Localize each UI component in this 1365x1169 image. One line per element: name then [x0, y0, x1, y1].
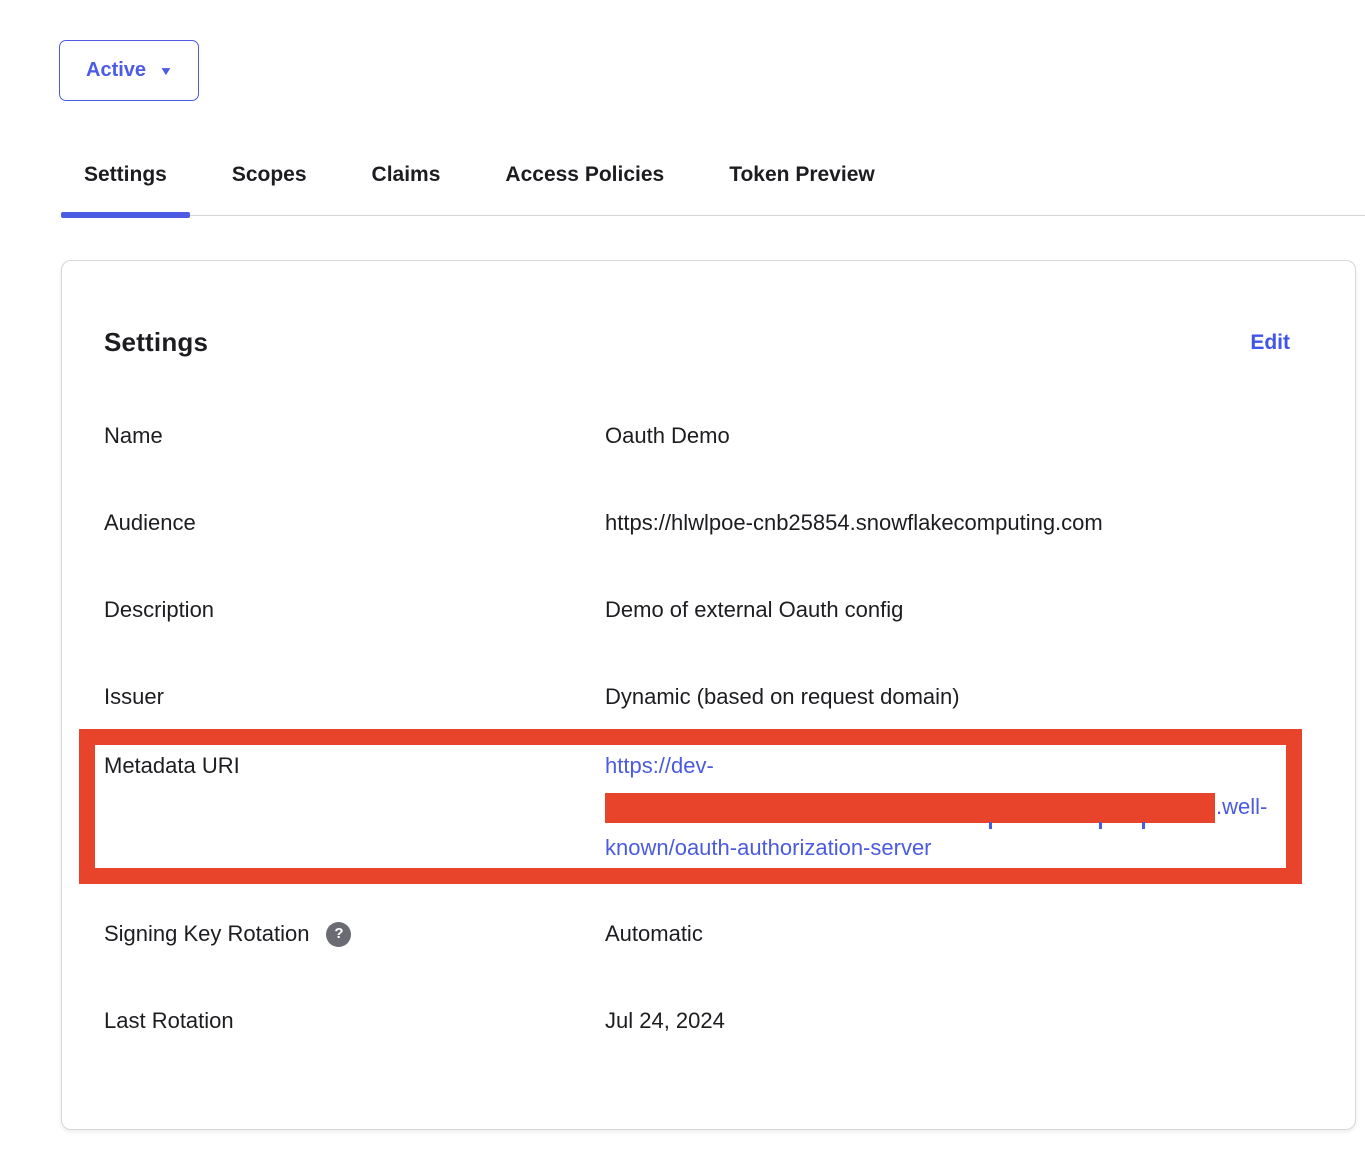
edit-button[interactable]: Edit	[1250, 331, 1290, 355]
field-value: Oauth Demo	[605, 422, 1313, 450]
card-title: Settings	[104, 327, 208, 358]
status-dropdown-label: Active	[86, 59, 146, 82]
card-header: Settings Edit	[104, 327, 1313, 358]
field-row-description: Description Demo of external Oauth confi…	[104, 596, 1313, 624]
metadata-uri-line3: known/oauth-authorization-server	[605, 827, 1286, 868]
field-label: Audience	[104, 509, 605, 537]
field-row-signing-key-rotation: Signing Key Rotation ? Automatic	[104, 920, 1313, 948]
metadata-uri-line2: .well-	[605, 786, 1286, 827]
field-row-metadata-uri: Metadata URI https://dev- .well- known/o…	[104, 745, 1286, 868]
field-value: Demo of external Oauth config	[605, 596, 1313, 624]
tab-settings[interactable]: Settings	[61, 163, 190, 215]
metadata-uri-link[interactable]: https://dev- .well- known/oauth-authoriz…	[605, 745, 1286, 868]
field-row-audience: Audience https://hlwlpoe-cnb25854.snowfl…	[104, 509, 1313, 537]
field-value: Jul 24, 2024	[605, 1007, 1313, 1035]
tab-scopes[interactable]: Scopes	[209, 163, 330, 215]
tab-bar: Settings Scopes Claims Access Policies T…	[61, 163, 1365, 216]
field-label: Last Rotation	[104, 1007, 605, 1035]
field-value: https://hlwlpoe-cnb25854.snowflakecomput…	[605, 509, 1313, 537]
redaction-overlay	[605, 793, 1215, 823]
field-label: Name	[104, 422, 605, 450]
tab-access-policies[interactable]: Access Policies	[482, 163, 687, 215]
field-row-last-rotation: Last Rotation Jul 24, 2024	[104, 1007, 1313, 1035]
field-row-name: Name Oauth Demo	[104, 422, 1313, 450]
metadata-uri-line1: https://dev-	[605, 745, 1286, 786]
field-label: Description	[104, 596, 605, 624]
field-label: Metadata URI	[104, 745, 605, 786]
field-value: Automatic	[605, 920, 1313, 948]
tab-claims[interactable]: Claims	[349, 163, 464, 215]
field-row-issuer: Issuer Dynamic (based on request domain)	[104, 683, 1313, 711]
field-label-with-help: Signing Key Rotation ?	[104, 920, 605, 948]
metadata-uri-line2-suffix: .well-	[1216, 794, 1267, 819]
chevron-down-icon: ▼	[159, 65, 174, 77]
status-dropdown-button[interactable]: Active ▼	[59, 40, 199, 101]
settings-card: Settings Edit Name Oauth Demo Audience h…	[61, 260, 1356, 1130]
field-value: Dynamic (based on request domain)	[605, 683, 1313, 711]
tab-token-preview[interactable]: Token Preview	[706, 163, 898, 215]
help-icon[interactable]: ?	[326, 922, 351, 947]
field-label: Signing Key Rotation	[104, 920, 309, 948]
metadata-uri-highlight-frame: Metadata URI https://dev- .well- known/o…	[79, 729, 1302, 884]
field-label: Issuer	[104, 683, 605, 711]
